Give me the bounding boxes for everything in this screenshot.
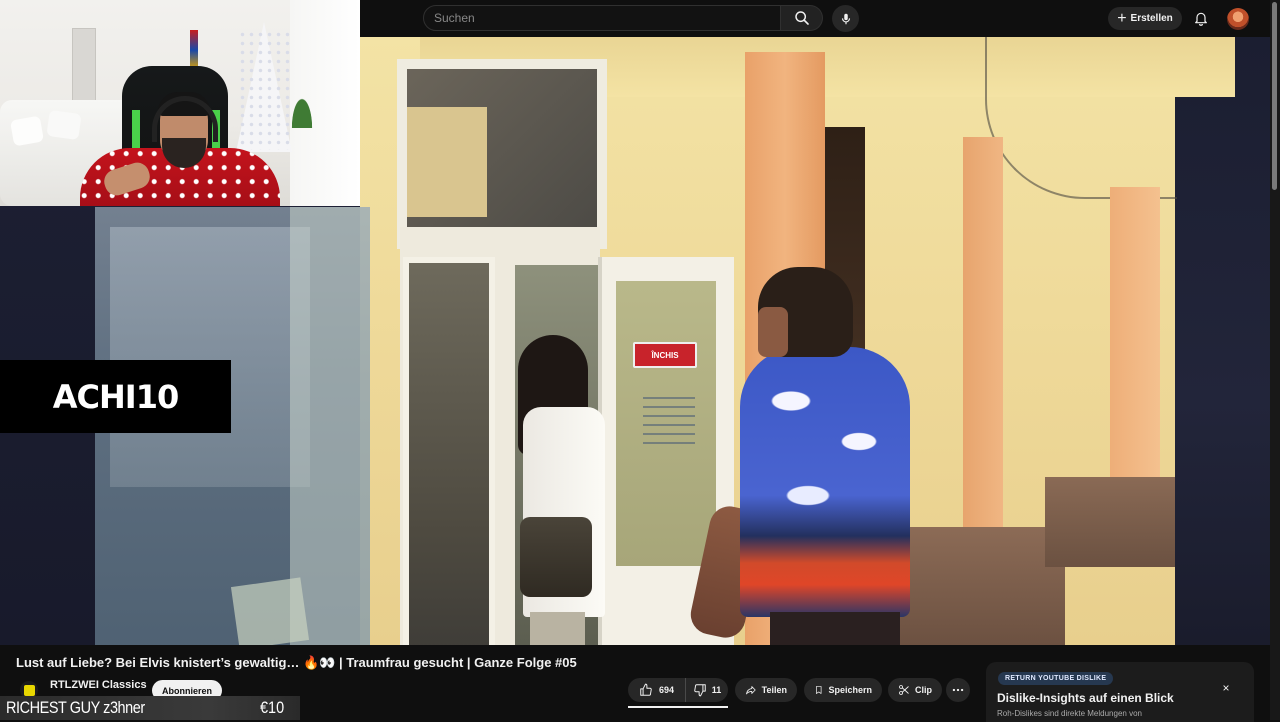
potted-plant — [288, 88, 316, 128]
voice-search-button[interactable] — [832, 5, 859, 32]
account-avatar[interactable] — [1227, 8, 1249, 30]
like-count: 694 — [658, 685, 675, 695]
thumbs-up-icon — [640, 683, 652, 696]
notifications-button[interactable] — [1190, 7, 1212, 29]
video-title: Lust auf Liebe? Bei Elvis knistert’s gew… — [16, 655, 577, 670]
dislike-button[interactable]: 11 — [686, 678, 728, 702]
donation-amount: €10 — [260, 698, 285, 717]
mic-icon — [841, 13, 850, 24]
channel-logo-icon — [23, 684, 35, 696]
channel-name[interactable]: RTLZWEI Classics — [50, 679, 147, 691]
channel-logo-overlay: ACHI10 — [0, 360, 231, 433]
blurred-pillar — [290, 207, 370, 645]
clip-label: Clip — [915, 685, 932, 695]
share-button[interactable]: Teilen — [735, 678, 797, 702]
bell-icon — [1195, 12, 1207, 26]
opening-hours-sign — [643, 397, 695, 447]
ryd-title: Dislike-Insights auf einen Blick — [997, 691, 1174, 705]
save-label: Speichern — [828, 685, 872, 695]
glass-door-left — [403, 257, 495, 645]
cam-flag — [190, 30, 198, 70]
save-button[interactable]: Speichern — [804, 678, 882, 702]
thumbs-down-icon — [693, 684, 706, 697]
man-pants — [770, 612, 900, 645]
close-icon[interactable]: × — [1219, 681, 1233, 695]
ryd-ratio-bar — [628, 706, 728, 708]
blurred-card — [230, 577, 310, 645]
streamer-webcam — [0, 0, 360, 206]
man-face — [758, 307, 788, 357]
ryd-tag: RETURN YOUTUBE DISLIKE — [998, 672, 1114, 685]
man-hawaiian-shirt — [740, 347, 910, 617]
logo-text: ACHI10 — [52, 377, 179, 416]
video-right-backdrop — [1175, 37, 1270, 645]
blurred-window — [110, 227, 310, 487]
tree-ornaments — [238, 30, 290, 150]
return-youtube-dislike-card: RETURN YOUTUBE DISLIKE Dislike-Insights … — [986, 662, 1254, 722]
ryd-subtitle: Roh-Dislikes sind direkte Meldungen von — [997, 709, 1142, 718]
share-label: Teilen — [761, 685, 787, 695]
more-actions-button[interactable] — [946, 678, 970, 702]
scrollbar-thumb[interactable] — [1272, 2, 1277, 190]
cam-pillow — [9, 115, 45, 147]
page-scrollbar[interactable] — [1270, 0, 1280, 720]
handbag — [520, 517, 592, 597]
like-button[interactable]: 694 — [628, 678, 686, 702]
plus-icon: + — [1117, 9, 1127, 27]
donation-banner: RICHEST GUY z3hner €10 — [0, 696, 300, 720]
bookmark-icon — [816, 686, 822, 694]
stone-plinth — [1045, 477, 1175, 567]
clip-button[interactable]: Clip — [888, 678, 942, 702]
search-box[interactable] — [423, 5, 781, 31]
search-button[interactable] — [781, 5, 823, 31]
cam-pillow — [46, 109, 82, 141]
closed-sign: ÎNCHIS — [633, 342, 697, 368]
create-label: Erstellen — [1130, 13, 1173, 24]
scissors-icon — [899, 685, 909, 695]
donation-leaderboard-text: RICHEST GUY z3hner — [6, 698, 145, 717]
search-icon — [794, 11, 809, 25]
like-dislike-group: 694 11 — [628, 678, 728, 702]
woman-pants — [530, 612, 585, 645]
create-button[interactable]: + Erstellen — [1108, 7, 1182, 30]
search-input[interactable] — [424, 6, 774, 30]
share-icon — [746, 686, 756, 695]
masthead: + Erstellen — [360, 0, 1280, 37]
stone-plinth — [900, 527, 1065, 645]
window-reflection — [407, 107, 487, 217]
more-horizontal-icon — [952, 688, 964, 692]
dislike-count: 11 — [711, 685, 722, 695]
